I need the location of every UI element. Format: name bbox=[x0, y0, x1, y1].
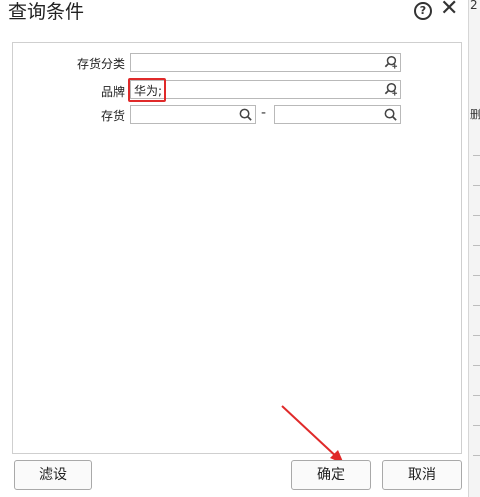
ok-button[interactable]: 确定 bbox=[291, 460, 371, 490]
grid-line bbox=[473, 425, 480, 426]
field-label-brand: 品牌 bbox=[100, 85, 125, 99]
field-label-inventory-category: 存货分类 bbox=[76, 57, 125, 71]
query-conditions-dialog: 查询条件 ? ✕ 存货分类 品牌 华为; 存货 - 滤设 确定 取消 bbox=[0, 0, 468, 497]
grid-line bbox=[473, 275, 480, 276]
inventory-from-input[interactable] bbox=[130, 105, 256, 124]
cancel-button[interactable]: 取消 bbox=[382, 460, 462, 490]
inventory-category-input[interactable] bbox=[130, 53, 401, 72]
search-icon[interactable] bbox=[383, 107, 398, 122]
dialog-title: 查询条件 bbox=[8, 1, 85, 23]
grid-line bbox=[473, 305, 480, 306]
background-window-strip: 2 删 bbox=[468, 0, 480, 497]
question-circle-icon[interactable]: ? bbox=[414, 2, 432, 20]
conditions-panel: 存货分类 品牌 华为; 存货 - bbox=[12, 42, 462, 454]
brand-input[interactable]: 华为; bbox=[130, 80, 401, 99]
close-icon[interactable]: ✕ bbox=[440, 0, 458, 21]
inventory-to-input[interactable] bbox=[274, 105, 401, 124]
filter-settings-button[interactable]: 滤设 bbox=[14, 460, 92, 490]
grid-line bbox=[473, 335, 480, 336]
grid-line bbox=[473, 365, 480, 366]
grid-line bbox=[473, 395, 480, 396]
grid-line bbox=[473, 245, 480, 246]
highlight-box bbox=[128, 78, 166, 102]
range-separator: - bbox=[261, 105, 267, 121]
grid-line bbox=[473, 155, 480, 156]
background-text-1: 2 bbox=[470, 0, 478, 12]
search-icon[interactable] bbox=[238, 107, 253, 122]
ref-search-icon[interactable] bbox=[383, 55, 398, 70]
ref-search-icon[interactable] bbox=[383, 82, 398, 97]
field-label-inventory: 存货 bbox=[100, 109, 125, 123]
grid-line bbox=[473, 185, 480, 186]
background-text-2: 删 bbox=[470, 108, 480, 121]
annotation-arrow-icon bbox=[281, 405, 344, 464]
grid-line bbox=[473, 215, 480, 216]
grid-line bbox=[473, 455, 480, 456]
